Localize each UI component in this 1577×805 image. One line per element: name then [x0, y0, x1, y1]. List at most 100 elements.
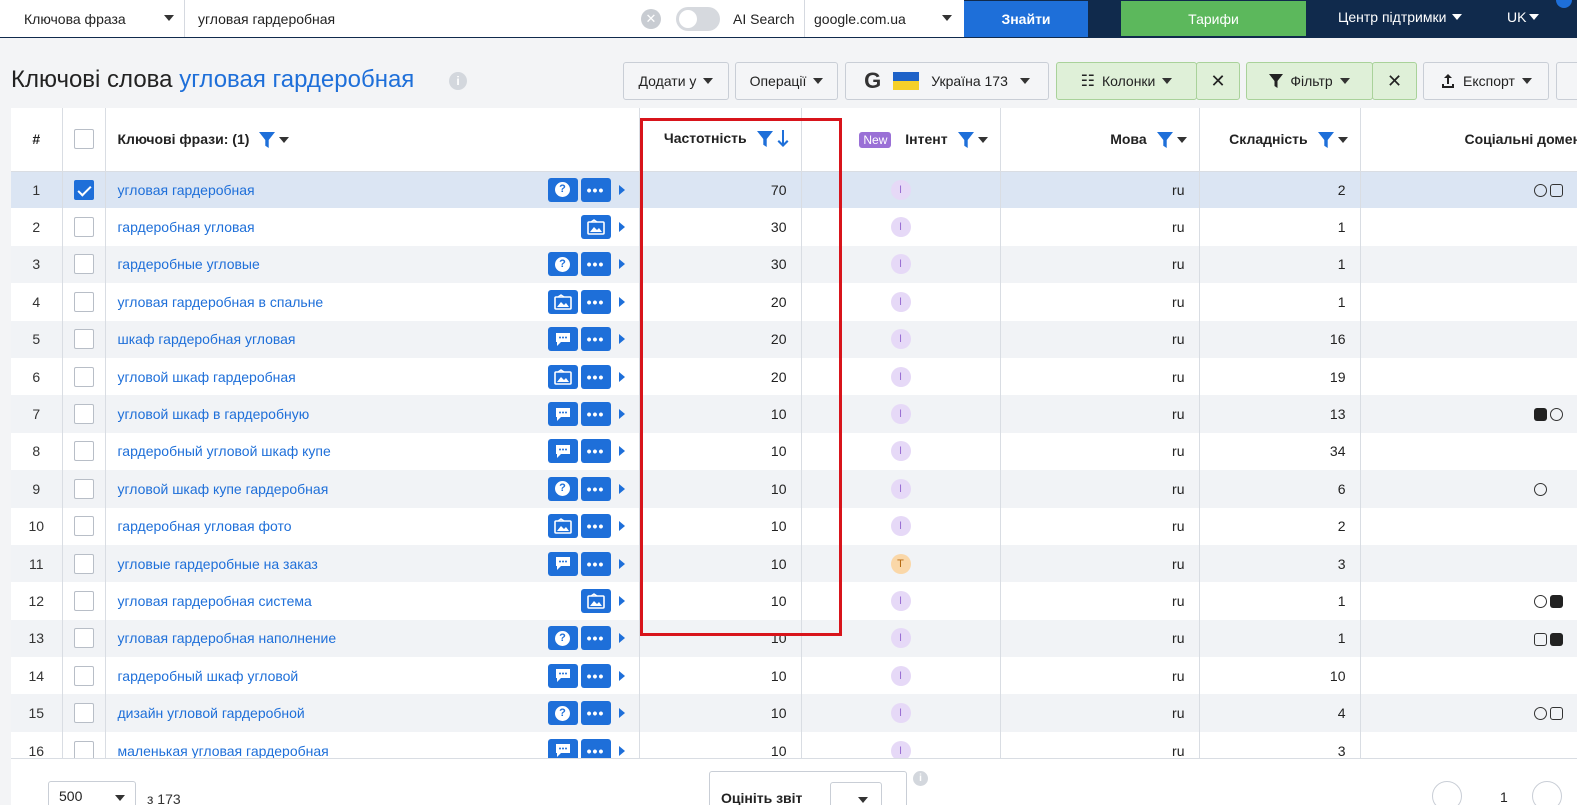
more-icon[interactable]: ••• [580, 514, 611, 539]
image-icon[interactable] [580, 588, 611, 613]
more-icon[interactable]: ••• [580, 364, 611, 389]
keyword-link[interactable]: гардеробные угловые [118, 256, 545, 272]
more-icon[interactable]: ••• [580, 701, 611, 726]
region-select[interactable]: G Україна 173 [845, 62, 1049, 100]
next-page-button[interactable] [1532, 781, 1562, 805]
operations-button[interactable]: Операції [735, 62, 838, 100]
find-button[interactable]: Знайти [964, 1, 1088, 37]
chat-icon[interactable] [547, 439, 578, 464]
filter-reset-button[interactable]: ✕ [1372, 62, 1417, 100]
youtube-icon[interactable] [1533, 408, 1547, 422]
keyword-link[interactable]: гардеробный угловой шкаф купе [118, 443, 545, 459]
header-keyword[interactable]: Ключові фрази: (1) [105, 108, 640, 172]
keyword-link[interactable]: гардеробная угловая фото [118, 518, 545, 534]
image-icon[interactable] [547, 514, 578, 539]
keyword-link[interactable]: угловой шкаф в гардеробную [118, 406, 545, 422]
table-row[interactable]: 8 гардеробный угловой шкаф купе ••• 10 Iru 34 [11, 432, 1577, 471]
expand-arrow-icon[interactable] [618, 446, 625, 457]
expand-arrow-icon[interactable] [618, 670, 625, 681]
keyword-link[interactable]: шкаф гардеробная угловая [118, 331, 545, 347]
keyword-link[interactable]: гардеробная угловая [118, 219, 578, 235]
row-checkbox[interactable] [73, 665, 94, 686]
question-icon[interactable]: ? [547, 701, 578, 726]
row-select[interactable] [62, 245, 106, 284]
more-icon[interactable]: ••• [580, 252, 611, 277]
per-page-select[interactable]: 500 [48, 781, 136, 805]
youtube-icon[interactable] [1549, 632, 1563, 646]
expand-arrow-icon[interactable] [618, 184, 625, 195]
keyword-link[interactable]: угловой шкаф купе гардеробная [118, 481, 545, 497]
keyword-link[interactable]: дизайн угловой гардеробной [118, 705, 545, 721]
table-row[interactable]: 12 угловая гардеробная система 10 Iru 1 [11, 582, 1577, 620]
table-row[interactable]: 9 угловой шкаф купе гардеробная? ••• 10 Iru 6 [11, 470, 1577, 508]
chevron-down-icon[interactable] [1337, 136, 1348, 143]
row-checkbox[interactable] [73, 217, 94, 238]
pinterest-icon[interactable] [1533, 595, 1547, 609]
table-row[interactable]: 2 гардеробная угловая 30 Iru 1 [11, 208, 1577, 246]
row-checkbox[interactable] [73, 553, 94, 574]
row-checkbox[interactable] [73, 740, 94, 758]
question-icon[interactable]: ? [547, 476, 578, 501]
table-row[interactable]: 11 угловые гардеробные на заказ ••• 10 Tru 3 [11, 544, 1577, 583]
table-row[interactable]: 15 дизайн угловой гардеробной? ••• 10 Iru 4 [11, 694, 1577, 732]
pinterest-icon[interactable] [1533, 707, 1547, 721]
row-checkbox[interactable] [73, 441, 94, 462]
table-row[interactable]: 16 маленькая угловая гардеробная ••• 10 Iru 3 [11, 731, 1577, 758]
header-difficulty[interactable]: Складність [1199, 108, 1361, 172]
rate-report-select[interactable] [830, 782, 882, 805]
plans-button[interactable]: Тарифи [1121, 1, 1306, 36]
row-select[interactable] [62, 171, 106, 209]
columns-button[interactable]: ☷ Колонки [1056, 62, 1197, 100]
header-frequency[interactable]: Частотність [639, 108, 802, 172]
expand-arrow-icon[interactable] [618, 483, 625, 494]
row-select[interactable] [62, 507, 106, 545]
keyword-link[interactable]: угловой шкаф гардеробная [118, 369, 545, 385]
ai-search-toggle[interactable] [676, 6, 720, 31]
row-select[interactable] [62, 582, 106, 620]
more-toolbar-button[interactable] [1556, 62, 1577, 100]
row-select[interactable] [62, 283, 106, 321]
table-row[interactable]: 1 угловая гардеробная? ••• 70 Iru 2 [11, 171, 1577, 209]
add-to-button[interactable]: Додати у [623, 62, 729, 100]
pinterest-icon[interactable] [1549, 408, 1563, 422]
more-icon[interactable]: ••• [580, 476, 611, 501]
pinterest-icon[interactable] [1533, 482, 1547, 496]
expand-arrow-icon[interactable] [618, 222, 625, 233]
table-row[interactable]: 10 гардеробная угловая фото ••• 10 Iru 2 [11, 507, 1577, 545]
more-icon[interactable]: ••• [580, 551, 611, 576]
keyword-link[interactable]: угловая гардеробная система [118, 593, 578, 609]
sort-descending-icon[interactable] [777, 130, 789, 148]
search-input[interactable]: угловая гардеробная [185, 0, 670, 37]
row-checkbox[interactable] [73, 703, 94, 724]
chevron-down-icon[interactable] [1176, 136, 1187, 143]
filter-icon[interactable] [259, 131, 276, 148]
expand-arrow-icon[interactable] [618, 633, 625, 644]
row-checkbox[interactable] [73, 179, 94, 200]
row-select[interactable] [62, 470, 106, 508]
language-menu[interactable]: UK [1507, 9, 1540, 25]
chevron-down-icon[interactable] [279, 136, 290, 143]
info-icon[interactable]: i [913, 771, 928, 786]
filter-icon[interactable] [1317, 131, 1334, 148]
row-checkbox[interactable] [73, 628, 94, 649]
row-select[interactable] [62, 544, 106, 583]
row-select[interactable] [62, 357, 106, 396]
expand-arrow-icon[interactable] [618, 259, 625, 270]
keyword-link[interactable]: гардеробный шкаф угловой [118, 668, 545, 684]
row-select[interactable] [62, 694, 106, 732]
instagram-icon[interactable] [1549, 707, 1563, 721]
keyword-link[interactable]: угловая гардеробная наполнение [118, 630, 545, 646]
clear-search-icon[interactable]: ✕ [641, 9, 661, 29]
header-select-all[interactable] [62, 108, 106, 172]
filter-icon[interactable] [756, 131, 773, 148]
question-icon[interactable]: ? [547, 252, 578, 277]
columns-reset-button[interactable]: ✕ [1196, 62, 1240, 100]
filter-icon[interactable] [1156, 131, 1173, 148]
chat-icon[interactable] [547, 551, 578, 576]
row-checkbox[interactable] [73, 254, 94, 275]
more-icon[interactable]: ••• [580, 439, 611, 464]
row-checkbox[interactable] [73, 291, 94, 312]
select-all-checkbox[interactable] [73, 129, 94, 150]
notification-dot[interactable] [1556, 0, 1572, 8]
keyword-link[interactable]: угловая гардеробная [118, 182, 545, 198]
